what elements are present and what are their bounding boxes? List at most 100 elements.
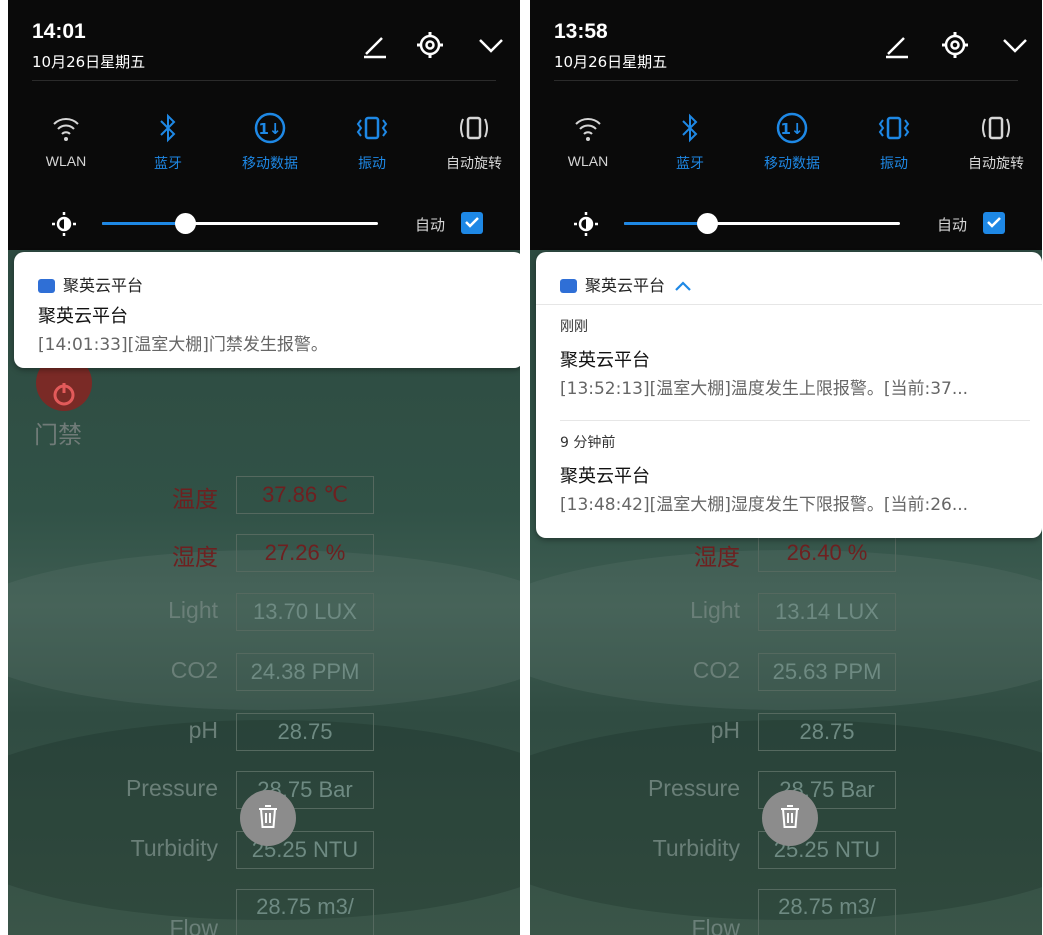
tile-auto-rotate[interactable]: 自动旋转 <box>950 110 1042 173</box>
reading-value: 37.86 ℃ <box>236 476 374 514</box>
reading-label: CO2 <box>170 657 218 683</box>
auto-brightness-checkbox[interactable] <box>983 212 1005 234</box>
app-logo-icon <box>560 279 577 293</box>
reading-row-flow: Flow 28.75 m3/ <box>530 889 1042 935</box>
vibrate-icon <box>326 110 418 146</box>
reading-label: 温度 <box>172 486 218 512</box>
tile-vibrate[interactable]: 振动 <box>326 110 418 173</box>
reading-row-light: Light 13.70 LUX <box>8 593 520 631</box>
reading-label: Turbidity <box>652 835 740 861</box>
wifi-icon <box>542 110 634 146</box>
phone-screen-right: 湿度 26.40 % Light 13.14 LUX CO2 25.63 PPM… <box>530 0 1042 935</box>
tile-label: 振动 <box>880 155 908 171</box>
tile-vibrate[interactable]: 振动 <box>848 110 940 173</box>
brightness-slider-knob[interactable] <box>696 213 718 234</box>
notification-app-name: 聚英云平台 <box>585 276 666 295</box>
reading-value: 28.75 <box>758 713 896 751</box>
notification-time: 刚刚 <box>560 319 588 335</box>
reading-row-ph: pH 28.75 <box>530 713 1042 751</box>
phone-screen-left: 门禁 温度 37.86 ℃ 湿度 27.26 % Light 13.70 LUX… <box>8 0 520 935</box>
settings-gear-icon[interactable] <box>940 30 970 60</box>
trash-icon <box>255 802 281 834</box>
edit-icon[interactable] <box>360 30 390 60</box>
reading-label: Light <box>168 597 218 623</box>
reading-value: 25.63 PPM <box>758 653 896 691</box>
brightness-icon <box>52 212 76 236</box>
notification-app-header: 聚英云平台 <box>38 272 143 296</box>
clear-notifications-button[interactable] <box>762 790 818 846</box>
bluetooth-icon <box>644 110 736 146</box>
reading-label: pH <box>188 717 218 743</box>
settings-gear-icon[interactable] <box>415 30 445 60</box>
edit-icon[interactable] <box>882 30 912 60</box>
brightness-fill <box>102 222 185 225</box>
reading-label: 湿度 <box>694 544 740 570</box>
divider <box>536 304 1042 305</box>
notification-group-card[interactable]: 聚英云平台 刚刚 聚英云平台 [13:52:13][温室大棚]温度发生上限报警。… <box>536 252 1042 538</box>
rotate-icon <box>428 110 520 146</box>
clock: 13:58 <box>554 20 608 43</box>
reading-label: Light <box>690 597 740 623</box>
reading-label: CO2 <box>692 657 740 683</box>
reading-value: 27.26 % <box>236 534 374 572</box>
tile-label: 移动数据 <box>764 155 820 171</box>
collapse-chevron-icon[interactable] <box>476 30 506 60</box>
notification-card[interactable]: 聚英云平台 聚英云平台 [14:01:33][温室大棚]门禁发生报警。 <box>14 252 520 368</box>
reading-value: 13.14 LUX <box>758 593 896 631</box>
checkmark-icon <box>986 214 1002 233</box>
reading-label: Pressure <box>125 775 218 801</box>
reading-value: 28.75 m3/ <box>758 889 896 935</box>
tile-wlan[interactable]: WLAN <box>20 110 112 169</box>
tile-label: WLAN <box>567 153 609 169</box>
tile-mobile-data[interactable]: 1↓ 移动数据 <box>224 110 316 173</box>
notification-app-header[interactable]: 聚英云平台 <box>560 272 692 296</box>
tile-auto-rotate[interactable]: 自动旋转 <box>428 110 520 173</box>
chevron-up-icon[interactable] <box>674 277 692 296</box>
notification-title: 聚英云平台 <box>560 466 650 487</box>
notification-time: 9 分钟前 <box>560 435 616 451</box>
collapse-chevron-icon[interactable] <box>1000 30 1030 60</box>
tile-label: 自动旋转 <box>446 155 502 171</box>
brightness-fill <box>624 222 707 225</box>
date: 10月26日星期五 <box>554 53 668 71</box>
clock: 14:01 <box>32 20 86 43</box>
door-label: 门禁 <box>34 421 82 449</box>
wifi-icon <box>20 110 112 146</box>
reading-label: Pressure <box>647 775 740 801</box>
tile-bluetooth[interactable]: 蓝牙 <box>122 110 214 173</box>
tile-label: 蓝牙 <box>676 155 704 171</box>
reading-row-light: Light 13.14 LUX <box>530 593 1042 631</box>
notification-app-name: 聚英云平台 <box>63 276 144 295</box>
notification-item[interactable]: 9 分钟前 聚英云平台 [13:48:42][温室大棚]湿度发生下限报警。[当前… <box>560 432 968 515</box>
reading-row-flow: Flow 28.75 m3/ <box>8 889 520 935</box>
reading-value: 28.75 <box>236 713 374 751</box>
mobile-data-icon: 1↓ <box>746 110 838 146</box>
notification-body: [13:52:13][温室大棚]温度发生上限报警。[当前:37... <box>560 379 969 399</box>
tile-wlan[interactable]: WLAN <box>542 110 634 169</box>
date: 10月26日星期五 <box>32 53 146 71</box>
tile-mobile-data[interactable]: 1↓ 移动数据 <box>746 110 838 173</box>
brightness-icon <box>574 212 598 236</box>
reading-label: Flow <box>691 915 740 935</box>
clear-notifications-button[interactable] <box>240 790 296 846</box>
brightness-slider-knob[interactable] <box>174 213 196 234</box>
auto-brightness-checkbox[interactable] <box>461 212 483 234</box>
notification-title: 聚英云平台 <box>560 350 650 371</box>
app-logo-icon <box>38 279 55 293</box>
tile-bluetooth[interactable]: 蓝牙 <box>644 110 736 173</box>
tile-label: 自动旋转 <box>968 155 1024 171</box>
reading-row-humidity: 湿度 27.26 % <box>8 534 520 572</box>
divider <box>560 420 1030 421</box>
brightness-slider[interactable] <box>624 213 900 234</box>
notification-body: [13:48:42][温室大棚]湿度发生下限报警。[当前:26... <box>560 495 969 515</box>
reading-label: 湿度 <box>172 544 218 570</box>
notification-title: 聚英云平台 <box>38 306 128 327</box>
notification-item[interactable]: 刚刚 聚英云平台 [13:52:13][温室大棚]温度发生上限报警。[当前:37… <box>560 316 968 399</box>
rotate-icon <box>950 110 1042 146</box>
reading-value: 28.75 m3/ <box>236 889 374 935</box>
reading-label: pH <box>710 717 740 743</box>
notification-body: [14:01:33][温室大棚]门禁发生报警。 <box>38 335 328 355</box>
reading-label: Flow <box>169 915 218 935</box>
brightness-slider[interactable] <box>102 213 378 234</box>
reading-value: 13.70 LUX <box>236 593 374 631</box>
